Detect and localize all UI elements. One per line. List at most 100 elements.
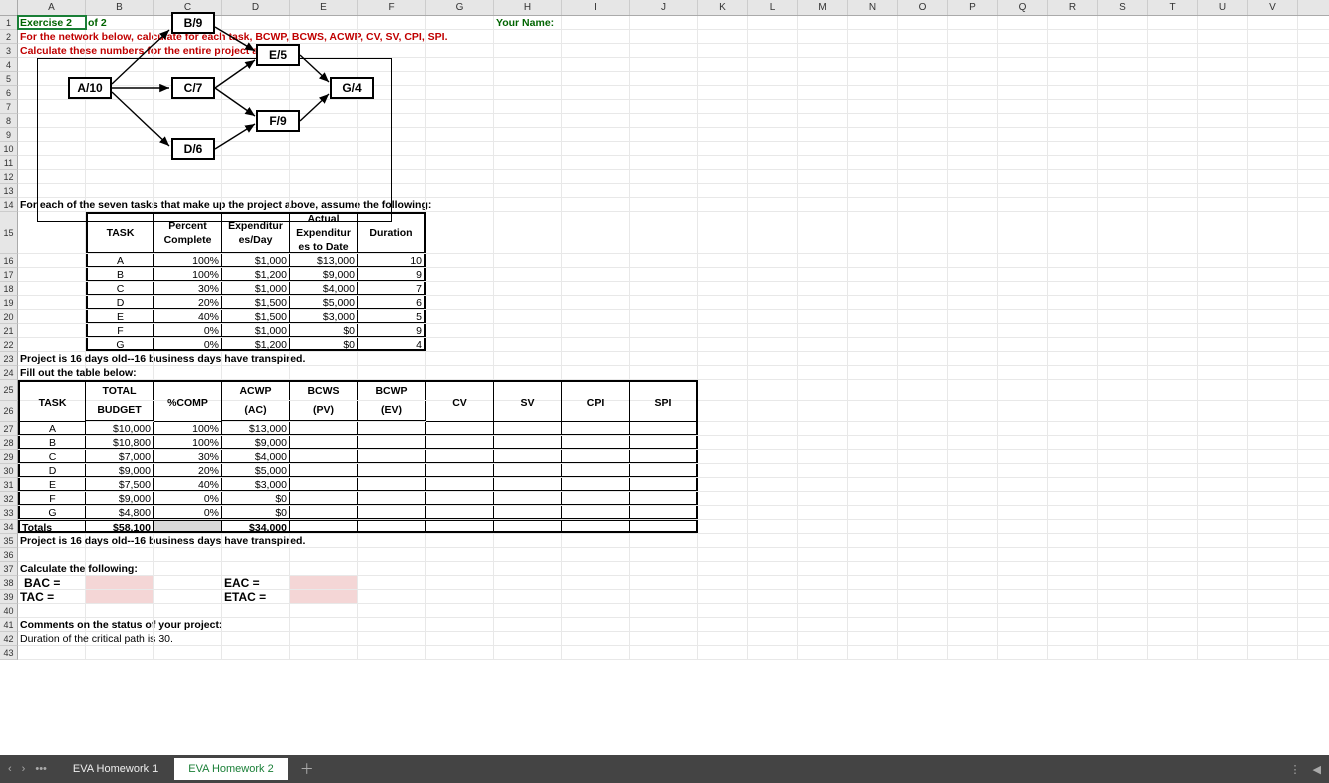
cell-O9[interactable]: [898, 128, 948, 141]
cell-R20[interactable]: [1048, 310, 1098, 323]
col-header-T[interactable]: T: [1148, 0, 1198, 15]
cell-V8[interactable]: [1248, 114, 1298, 127]
cell-H36[interactable]: [494, 548, 562, 561]
cell-M36[interactable]: [798, 548, 848, 561]
cell-D33[interactable]: $0: [222, 506, 290, 519]
cell-N11[interactable]: [848, 156, 898, 169]
cell-U37[interactable]: [1198, 562, 1248, 575]
cell-G7[interactable]: [426, 100, 494, 113]
cell-M32[interactable]: [798, 492, 848, 505]
cell-P1[interactable]: [948, 16, 998, 29]
cell-V33[interactable]: [1248, 506, 1298, 519]
cell-G41[interactable]: [426, 618, 494, 631]
cell-R11[interactable]: [1048, 156, 1098, 169]
cell-T33[interactable]: [1148, 506, 1198, 519]
cell-L25[interactable]: [748, 380, 798, 400]
cell-I38[interactable]: [562, 576, 630, 589]
cell-G12[interactable]: [426, 170, 494, 183]
cell-U1[interactable]: [1198, 16, 1248, 29]
cell-Q2[interactable]: [998, 30, 1048, 43]
cell-N30[interactable]: [848, 464, 898, 477]
cell-F18[interactable]: 7: [358, 282, 426, 295]
cell-G9[interactable]: [426, 128, 494, 141]
cell-D23[interactable]: [222, 352, 290, 365]
cell-E43[interactable]: [290, 646, 358, 659]
cell-I39[interactable]: [562, 590, 630, 603]
cell-F29[interactable]: [358, 450, 426, 463]
cell-C24[interactable]: [154, 366, 222, 379]
cell-M9[interactable]: [798, 128, 848, 141]
cell-M18[interactable]: [798, 282, 848, 295]
cell-S25[interactable]: [1098, 380, 1148, 400]
cell-T17[interactable]: [1148, 268, 1198, 281]
cell-K19[interactable]: [698, 296, 748, 309]
sheet-tab-2[interactable]: EVA Homework 2: [174, 758, 287, 780]
cell-J18[interactable]: [630, 282, 698, 295]
cell-V2[interactable]: [1248, 30, 1298, 43]
cell-M10[interactable]: [798, 142, 848, 155]
cell-M19[interactable]: [798, 296, 848, 309]
row-header-4[interactable]: 4: [0, 58, 18, 72]
cell-G40[interactable]: [426, 604, 494, 617]
cell-L16[interactable]: [748, 254, 798, 267]
cell-N14[interactable]: [848, 198, 898, 211]
cell-R9[interactable]: [1048, 128, 1098, 141]
cell-V24[interactable]: [1248, 366, 1298, 379]
cell-P37[interactable]: [948, 562, 998, 575]
cell-G25[interactable]: CV: [426, 380, 494, 401]
row-header-24[interactable]: 24: [0, 366, 18, 380]
cell-O8[interactable]: [898, 114, 948, 127]
row-header-30[interactable]: 30: [0, 464, 18, 478]
cell-Q36[interactable]: [998, 548, 1048, 561]
cell-M43[interactable]: [798, 646, 848, 659]
cell-G18[interactable]: [426, 282, 494, 295]
cell-S37[interactable]: [1098, 562, 1148, 575]
cell-B16[interactable]: A: [86, 254, 154, 267]
cell-R34[interactable]: [1048, 520, 1098, 533]
cell-T30[interactable]: [1148, 464, 1198, 477]
cell-C37[interactable]: [154, 562, 222, 575]
cell-U23[interactable]: [1198, 352, 1248, 365]
cell-P19[interactable]: [948, 296, 998, 309]
cell-Q18[interactable]: [998, 282, 1048, 295]
cell-V31[interactable]: [1248, 478, 1298, 491]
cell-G2[interactable]: [426, 30, 494, 43]
cell-U12[interactable]: [1198, 170, 1248, 183]
cell-V12[interactable]: [1248, 170, 1298, 183]
cell-N8[interactable]: [848, 114, 898, 127]
cell-U13[interactable]: [1198, 184, 1248, 197]
cell-Q35[interactable]: [998, 534, 1048, 547]
cell-K23[interactable]: [698, 352, 748, 365]
cell-O13[interactable]: [898, 184, 948, 197]
cell-C39[interactable]: [154, 590, 222, 603]
cell-P16[interactable]: [948, 254, 998, 267]
cell-E28[interactable]: [290, 436, 358, 449]
cell-N12[interactable]: [848, 170, 898, 183]
cell-C38[interactable]: [154, 576, 222, 589]
cell-L7[interactable]: [748, 100, 798, 113]
cell-R5[interactable]: [1048, 72, 1098, 85]
cell-J4[interactable]: [630, 58, 698, 71]
row-header-42[interactable]: 42: [0, 632, 18, 646]
cell-H25[interactable]: SV: [494, 380, 562, 401]
cell-B37[interactable]: [86, 562, 154, 575]
cell-N21[interactable]: [848, 324, 898, 337]
cell-I37[interactable]: [562, 562, 630, 575]
cell-M1[interactable]: [798, 16, 848, 29]
cell-J38[interactable]: [630, 576, 698, 589]
cell-O37[interactable]: [898, 562, 948, 575]
cell-N36[interactable]: [848, 548, 898, 561]
cell-S32[interactable]: [1098, 492, 1148, 505]
cell-K5[interactable]: [698, 72, 748, 85]
cell-L9[interactable]: [748, 128, 798, 141]
row-header-6[interactable]: 6: [0, 86, 18, 100]
cell-Q9[interactable]: [998, 128, 1048, 141]
cell-R19[interactable]: [1048, 296, 1098, 309]
cell-C18[interactable]: 30%: [154, 282, 222, 295]
cell-I33[interactable]: [562, 506, 630, 519]
cell-D20[interactable]: $1,500: [222, 310, 290, 323]
cell-T13[interactable]: [1148, 184, 1198, 197]
cell-K21[interactable]: [698, 324, 748, 337]
cell-L17[interactable]: [748, 268, 798, 281]
cell-O30[interactable]: [898, 464, 948, 477]
